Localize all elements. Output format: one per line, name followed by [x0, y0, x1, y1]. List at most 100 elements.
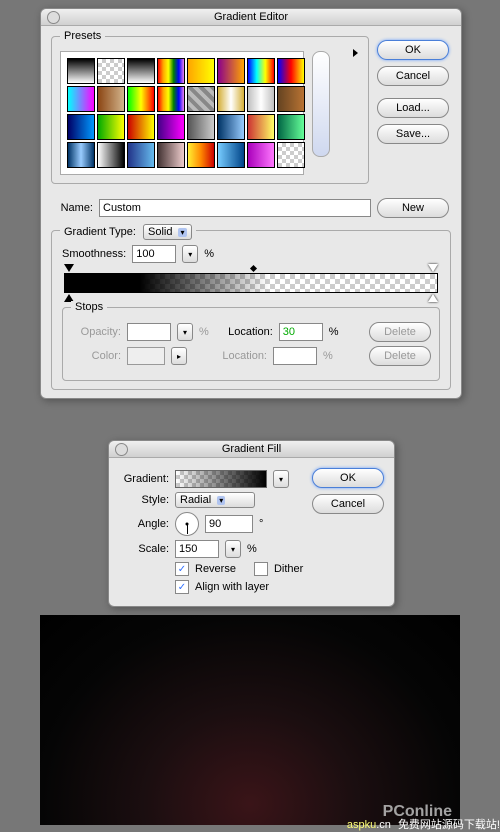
scale-label: Scale: [117, 543, 169, 555]
gradient-bar[interactable] [64, 273, 438, 293]
preset-swatch[interactable] [277, 58, 305, 84]
midpoint-icon[interactable] [250, 265, 257, 272]
percent-label: % [323, 350, 333, 362]
preset-swatch[interactable] [67, 58, 95, 84]
degree-label: ° [259, 518, 263, 530]
preset-swatch[interactable] [247, 114, 275, 140]
preset-swatch[interactable] [127, 86, 155, 112]
preset-swatch[interactable] [217, 114, 245, 140]
preset-swatch[interactable] [217, 86, 245, 112]
preset-swatch[interactable] [97, 142, 125, 168]
ok-button[interactable]: OK [312, 468, 384, 488]
preset-swatch[interactable] [157, 58, 185, 84]
preset-swatch[interactable] [187, 58, 215, 84]
dither-label: Dither [274, 563, 303, 575]
right-buttons: OK Cancel Load... Save... [373, 26, 461, 190]
preset-swatch[interactable] [97, 86, 125, 112]
align-checkbox[interactable]: ✓ [175, 580, 189, 594]
preset-swatch[interactable] [187, 114, 215, 140]
site-link[interactable]: aspku [347, 819, 376, 831]
smoothness-label: Smoothness: [62, 248, 126, 260]
cancel-button[interactable]: Cancel [377, 66, 449, 86]
angle-label: Angle: [117, 518, 169, 530]
smoothness-stepper-icon[interactable]: ▾ [182, 245, 198, 263]
preset-swatch[interactable] [127, 58, 155, 84]
preset-swatch[interactable] [187, 142, 215, 168]
preset-grid [60, 51, 304, 175]
color-picker-icon[interactable]: ▸ [171, 347, 187, 365]
style-label: Style: [117, 494, 169, 506]
dialog-title: Gradient Editor [214, 11, 288, 23]
reverse-checkbox[interactable]: ✓ [175, 562, 189, 576]
preset-swatch[interactable] [247, 142, 275, 168]
preset-swatch[interactable] [157, 142, 185, 168]
scale-stepper-icon[interactable]: ▾ [225, 540, 241, 558]
preset-swatch[interactable] [97, 114, 125, 140]
gradient-type-group: Gradient Type: Solid Smoothness: ▾ % Sto… [51, 230, 451, 390]
preset-swatch[interactable] [217, 58, 245, 84]
align-label: Align with layer [195, 581, 269, 593]
result-preview: PConline [40, 615, 460, 825]
cancel-button[interactable]: Cancel [312, 494, 384, 514]
preset-swatch[interactable] [277, 86, 305, 112]
location-input-2[interactable] [273, 347, 317, 365]
preset-swatch[interactable] [187, 86, 215, 112]
dialog-title: Gradient Fill [222, 443, 281, 455]
preset-swatch[interactable] [247, 86, 275, 112]
type-select[interactable]: Solid [143, 224, 191, 240]
percent-label: % [199, 326, 209, 338]
preset-swatch[interactable] [157, 86, 185, 112]
angle-dial[interactable] [175, 512, 199, 536]
angle-input[interactable] [205, 515, 253, 533]
delete-color-stop-button[interactable]: Delete [369, 346, 431, 366]
stops-group: Stops Opacity: ▾ % Location: % Delete Co… [62, 307, 440, 381]
footer: aspku.cn 免费网站源码下载站! [0, 816, 500, 832]
color-swatch[interactable] [127, 347, 165, 365]
reverse-label: Reverse [195, 563, 236, 575]
preset-swatch[interactable] [277, 142, 305, 168]
smoothness-input[interactable] [132, 245, 176, 263]
gradient-preview[interactable] [175, 470, 267, 488]
location-label-2: Location: [209, 350, 267, 362]
titlebar[interactable]: Gradient Editor [41, 9, 461, 26]
ok-button[interactable]: OK [377, 40, 449, 60]
opacity-stepper-icon[interactable]: ▾ [177, 323, 193, 341]
titlebar[interactable]: Gradient Fill [109, 441, 394, 458]
save-button[interactable]: Save... [377, 124, 449, 144]
preset-swatch[interactable] [157, 114, 185, 140]
location-label: Location: [215, 326, 273, 338]
presets-group: Presets [51, 36, 369, 184]
percent-label: % [204, 248, 214, 260]
dither-checkbox[interactable] [254, 562, 268, 576]
preset-swatch[interactable] [67, 114, 95, 140]
gradient-fill-dialog: Gradient Fill Gradient: ▾ Style: Radial … [108, 440, 395, 607]
name-label: Name: [53, 202, 93, 214]
close-icon[interactable] [115, 443, 128, 456]
scale-input[interactable] [175, 540, 219, 558]
preset-swatch[interactable] [127, 114, 155, 140]
preset-swatch[interactable] [67, 142, 95, 168]
load-button[interactable]: Load... [377, 98, 449, 118]
preset-swatch[interactable] [217, 142, 245, 168]
gradient-dropdown-icon[interactable]: ▾ [273, 470, 289, 488]
opacity-input[interactable] [127, 323, 171, 341]
preset-swatch[interactable] [97, 58, 125, 84]
style-select[interactable]: Radial [175, 492, 255, 508]
percent-label: % [247, 543, 257, 555]
preset-swatch[interactable] [277, 114, 305, 140]
close-icon[interactable] [47, 11, 60, 24]
scrollbar[interactable] [312, 51, 330, 157]
new-button[interactable]: New [377, 198, 449, 218]
preset-swatch[interactable] [127, 142, 155, 168]
opacity-stop-left[interactable] [64, 264, 74, 272]
color-stop-right[interactable] [428, 294, 438, 302]
delete-opacity-stop-button[interactable]: Delete [369, 322, 431, 342]
location-input-1[interactable] [279, 323, 323, 341]
preset-swatch[interactable] [67, 86, 95, 112]
gradient-label: Gradient: [117, 473, 169, 485]
presets-menu-icon[interactable] [353, 49, 358, 57]
preset-swatch[interactable] [247, 58, 275, 84]
name-input[interactable] [99, 199, 371, 217]
stops-label: Stops [71, 301, 107, 313]
opacity-stop-right[interactable] [428, 264, 438, 272]
